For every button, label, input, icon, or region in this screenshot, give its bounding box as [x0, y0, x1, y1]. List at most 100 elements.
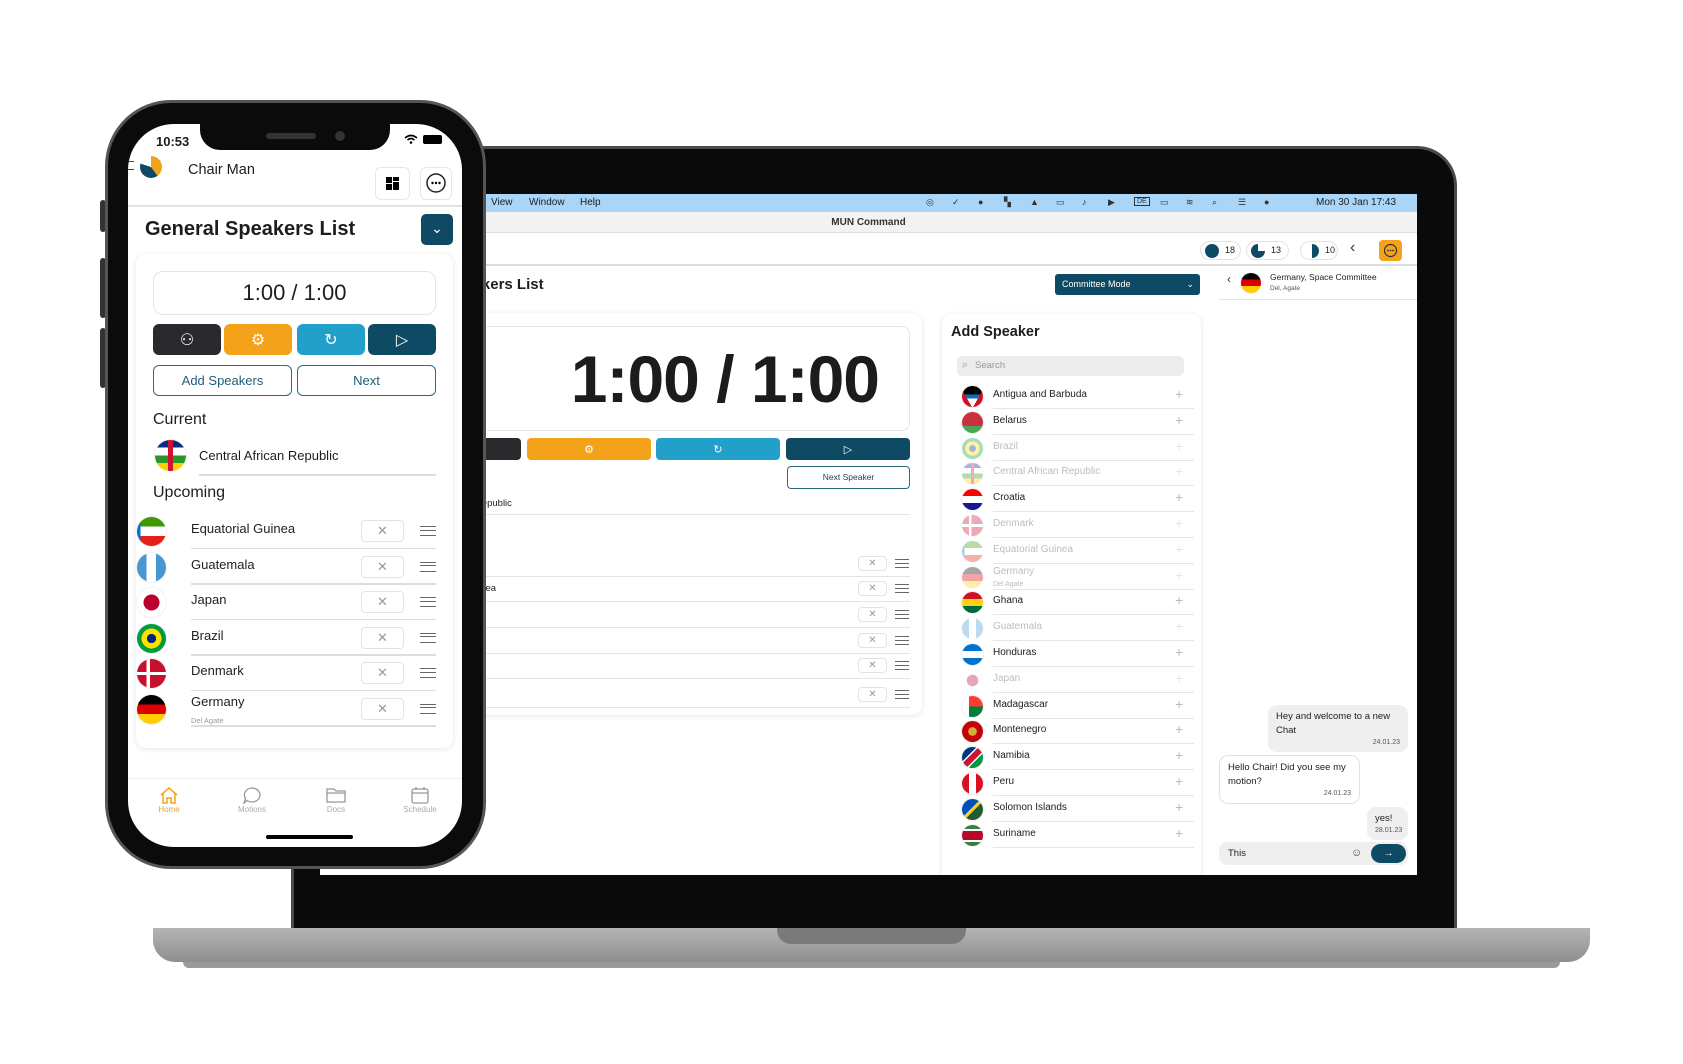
remove-button[interactable]: ✕ — [858, 556, 887, 571]
add-speakers-button[interactable]: Add Speakers — [153, 365, 292, 396]
battery-icon[interactable]: ▭ — [1160, 197, 1169, 208]
add-icon[interactable]: + — [1175, 618, 1183, 634]
tab-schedule[interactable]: Schedule — [385, 782, 455, 814]
remove-button[interactable]: ✕ — [858, 607, 887, 622]
country-row-central-african-republic[interactable]: Central African Republic + — [942, 461, 1202, 487]
country-row-montenegro[interactable]: Montenegro + — [942, 719, 1202, 745]
add-icon[interactable]: + — [1175, 567, 1183, 583]
add-icon[interactable]: + — [1175, 541, 1183, 557]
drag-handle-icon[interactable] — [895, 584, 909, 593]
drag-handle-icon[interactable] — [420, 526, 436, 536]
add-icon[interactable]: + — [1175, 592, 1183, 608]
chevron-left-icon[interactable]: ‹ — [1350, 239, 1355, 257]
next-speaker-button[interactable]: Next Speaker — [787, 466, 910, 489]
add-icon[interactable]: + — [1175, 799, 1183, 815]
remove-button[interactable]: ✕ — [361, 520, 404, 542]
country-row-denmark[interactable]: Denmark + — [942, 513, 1202, 538]
add-icon[interactable]: + — [1175, 696, 1183, 712]
search-icon[interactable]: ⌕ — [1212, 197, 1217, 208]
creative-cloud-icon[interactable]: ◎ — [926, 197, 934, 208]
upcoming-row-denmark[interactable]: Denmark ✕ — [128, 655, 462, 691]
counter-pill[interactable]: 18 — [1200, 241, 1241, 260]
chat-button[interactable] — [420, 167, 452, 200]
remove-button[interactable]: ✕ — [361, 697, 404, 720]
play-button[interactable]: ▷ — [786, 438, 910, 460]
menu-view[interactable]: View — [491, 197, 513, 208]
drag-handle-icon[interactable] — [895, 610, 909, 619]
display-icon[interactable]: ▭ — [1056, 197, 1065, 208]
drag-handle-icon[interactable] — [420, 668, 436, 678]
add-icon[interactable]: + — [1175, 644, 1183, 660]
tab-docs[interactable]: Docs — [301, 782, 371, 814]
play-button[interactable]: ▷ — [368, 324, 436, 355]
chat-input[interactable]: This ☺ → — [1219, 842, 1408, 865]
country-row-brazil[interactable]: Brazil + — [942, 436, 1202, 461]
remove-button[interactable]: ✕ — [361, 591, 404, 613]
country-row-solomon-islands[interactable]: Solomon Islands + — [942, 797, 1202, 822]
grid-icon[interactable]: ▚ — [1004, 197, 1011, 208]
add-icon[interactable]: + — [1175, 773, 1183, 789]
drag-handle-icon[interactable] — [420, 561, 436, 572]
remove-button[interactable]: ✕ — [858, 658, 887, 673]
airpods-icon[interactable]: ♪ — [1082, 197, 1087, 207]
chat-button[interactable] — [1379, 240, 1402, 261]
emoji-icon[interactable]: ☺ — [1351, 842, 1362, 865]
keyboard-de-icon[interactable]: DE — [1134, 197, 1150, 206]
search-input[interactable]: ⌕ Search — [957, 356, 1184, 376]
drag-handle-icon[interactable] — [420, 597, 436, 607]
country-row-guatemala[interactable]: Guatemala + — [942, 616, 1202, 642]
country-row-peru[interactable]: Peru + — [942, 771, 1202, 796]
country-row-namibia[interactable]: Namibia + — [942, 745, 1202, 771]
mode-select[interactable]: Committee Mode ⌄ — [1055, 274, 1200, 295]
drag-handle-icon[interactable] — [895, 559, 909, 568]
menu-window[interactable]: Window — [529, 197, 565, 208]
upcoming-row-guatemala[interactable]: Guatemala ✕ — [128, 549, 462, 585]
tab-home[interactable]: Home — [134, 782, 204, 814]
next-button[interactable]: Next — [297, 365, 436, 396]
upcoming-row-germany[interactable]: Germany Del Agate ✕ — [128, 691, 462, 727]
add-icon[interactable]: + — [1175, 721, 1183, 737]
add-icon[interactable]: + — [1175, 438, 1183, 454]
remove-button[interactable]: ✕ — [361, 662, 404, 684]
country-row-madagascar[interactable]: Madagascar + — [942, 694, 1202, 719]
siri-icon[interactable]: ● — [1264, 197, 1269, 207]
add-icon[interactable]: + — [1175, 747, 1183, 763]
upcoming-row-equatorial-guinea[interactable]: Equatorial Guinea ✕ — [128, 513, 462, 549]
add-icon[interactable]: + — [1175, 489, 1183, 505]
country-row-honduras[interactable]: Honduras + — [942, 642, 1202, 667]
tab-motions[interactable]: Motions — [217, 782, 287, 814]
drag-handle-icon[interactable] — [420, 632, 436, 643]
drag-handle-icon[interactable] — [895, 690, 909, 699]
country-row-ghana[interactable]: Ghana + — [942, 590, 1202, 616]
add-icon[interactable]: + — [1175, 412, 1183, 428]
settings-button[interactable]: ⚙ — [527, 438, 651, 460]
check-circle-icon[interactable]: ✓ — [952, 197, 960, 208]
upcoming-row-brazil[interactable]: Brazil ✕ — [128, 620, 462, 656]
country-row-germany[interactable]: Germany Del Agate + — [942, 565, 1202, 590]
remove-button[interactable]: ✕ — [361, 626, 404, 649]
country-row-antigua-and-barbuda[interactable]: Antigua and Barbuda + — [942, 384, 1202, 409]
reset-button[interactable]: ↻ — [297, 324, 365, 355]
remove-button[interactable]: ✕ — [858, 581, 887, 596]
arrow-circle-icon[interactable]: ● — [978, 197, 983, 207]
upcoming-row-japan[interactable]: Japan ✕ — [128, 584, 462, 620]
grid-button[interactable] — [375, 167, 410, 200]
play-circle-icon[interactable]: ▶ — [1108, 197, 1115, 208]
remove-button[interactable]: ✕ — [361, 555, 404, 578]
reset-button[interactable]: ↻ — [656, 438, 780, 460]
country-row-japan[interactable]: Japan + — [942, 668, 1202, 693]
drag-handle-icon[interactable] — [895, 661, 909, 670]
add-icon[interactable]: + — [1175, 825, 1183, 841]
send-button[interactable]: → — [1371, 844, 1406, 863]
country-row-belarus[interactable]: Belarus + — [942, 410, 1202, 435]
drag-handle-icon[interactable] — [420, 703, 436, 714]
home-indicator[interactable] — [266, 835, 353, 839]
add-icon[interactable]: + — [1175, 670, 1183, 686]
add-icon[interactable]: + — [1175, 463, 1183, 479]
drag-handle-icon[interactable] — [895, 636, 909, 645]
counter-pill[interactable]: 10 — [1300, 241, 1338, 260]
drive-icon[interactable]: ▲ — [1030, 197, 1039, 207]
settings-button[interactable]: ⚙ — [224, 324, 292, 355]
speakers-button[interactable]: ⚇ — [153, 324, 221, 355]
collapse-button[interactable]: ⌄ — [421, 214, 453, 245]
